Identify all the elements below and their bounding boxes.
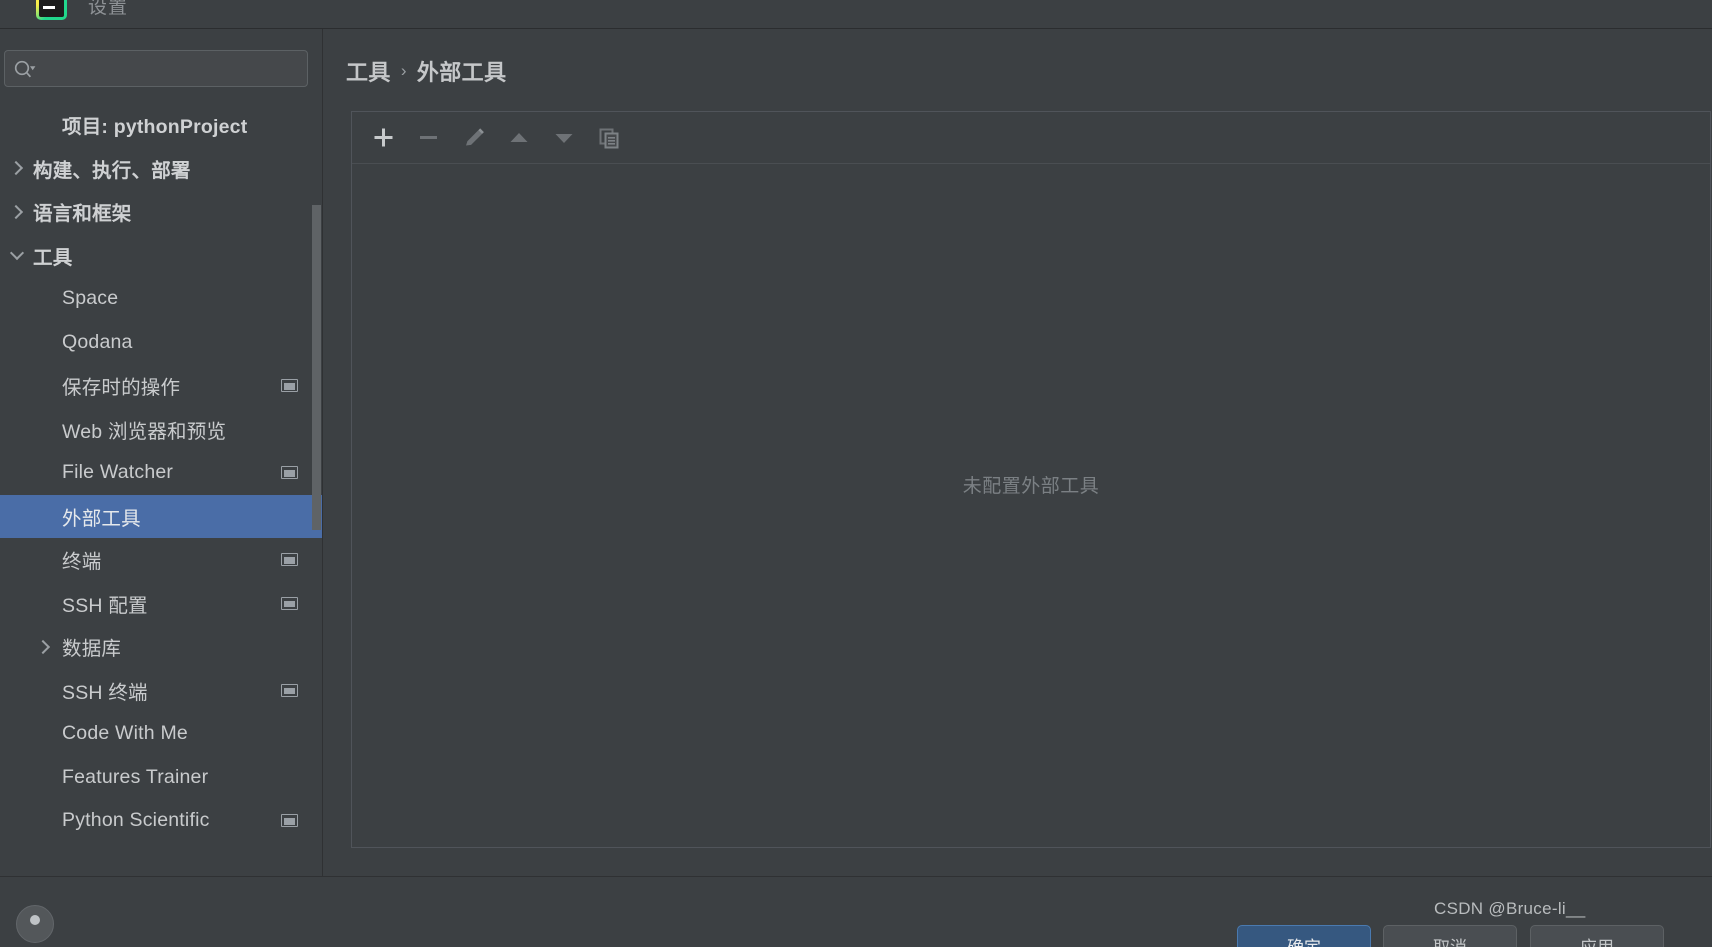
move-up-button[interactable] — [496, 115, 541, 160]
sidebar-item[interactable]: Space — [0, 277, 322, 321]
project-scope-icon — [281, 466, 298, 480]
sidebar-item-label: 保存时的操作 — [62, 377, 181, 400]
sidebar-item-label: 终端 — [62, 551, 102, 574]
external-tools-toolbar — [352, 112, 1710, 164]
watermark: CSDN @Bruce-li__ — [1434, 899, 1586, 918]
sidebar-item-label: Features Trainer — [62, 765, 209, 788]
edit-button[interactable] — [451, 115, 496, 160]
sidebar-item[interactable]: Qodana — [0, 321, 322, 365]
help-icon[interactable] — [16, 905, 54, 943]
move-down-button[interactable] — [541, 115, 586, 160]
sidebar-item-label: Qodana — [62, 330, 133, 353]
sidebar-item[interactable]: 构建、执行、部署 — [0, 147, 322, 191]
pencil-icon — [465, 127, 484, 145]
minus-icon — [420, 136, 437, 139]
sidebar-item[interactable]: 语言和框架 — [0, 190, 322, 234]
arrow-down-icon — [555, 133, 572, 143]
sidebar-item[interactable]: 数据库 — [0, 625, 322, 669]
pycharm-logo-icon: PC — [36, 0, 67, 20]
sidebar-item-label: 数据库 — [62, 638, 122, 661]
sidebar-item[interactable]: 保存时的操作 — [0, 364, 322, 408]
logo-text: PC — [42, 0, 56, 3]
sidebar-item[interactable]: Web 浏览器和预览 — [0, 408, 322, 452]
project-scope-icon — [281, 553, 298, 567]
empty-state-message: 未配置外部工具 — [962, 476, 1100, 497]
sidebar-item-label: 项目: pythonProject — [62, 116, 248, 139]
breadcrumb-separator-icon: › — [400, 61, 407, 80]
search-icon — [14, 60, 36, 78]
copy-icon — [599, 128, 618, 148]
chevron-right-icon[interactable] — [6, 201, 28, 223]
sidebar-item[interactable]: 外部工具 — [0, 494, 322, 538]
sidebar-item[interactable]: Code With Me — [0, 712, 322, 756]
settings-sidebar: 项目: pythonProject 构建、执行、部署语言和框架 工具 Space Qod… — [0, 29, 323, 876]
sidebar-scrollbar[interactable] — [312, 205, 321, 530]
ok-button[interactable]: 确定 — [1237, 925, 1371, 947]
chevron-down-icon[interactable] — [6, 244, 28, 266]
breadcrumb-parent[interactable]: 工具 — [346, 55, 391, 87]
sidebar-item-label: Space — [62, 287, 119, 310]
title-bar: PC 设置 — [0, 0, 1712, 29]
sidebar-item[interactable]: Features Trainer — [0, 756, 322, 800]
dialog-footer: 确定 取消 应用 CSDN @Bruce-li__ — [0, 876, 1712, 947]
sidebar-item-label: 构建、执行、部署 — [33, 159, 191, 182]
copy-button[interactable] — [586, 115, 631, 160]
settings-tree: 项目: pythonProject 构建、执行、部署语言和框架 工具 Space Qod… — [0, 103, 322, 876]
sidebar-item[interactable]: Python Scientific — [0, 799, 322, 843]
sidebar-item[interactable]: SSH 终端 — [0, 669, 322, 713]
project-scope-icon — [281, 814, 298, 828]
project-scope-icon — [281, 596, 298, 610]
window-title: 设置 — [88, 0, 129, 18]
external-tools-panel: 未配置外部工具 — [351, 111, 1711, 848]
sidebar-item-label: Web 浏览器和预览 — [62, 420, 227, 443]
breadcrumb-current: 外部工具 — [416, 60, 507, 85]
search-box[interactable] — [4, 50, 308, 88]
sidebar-item-label: SSH 配置 — [62, 594, 148, 617]
sidebar-item-label: File Watcher — [62, 461, 174, 484]
arrow-up-icon — [510, 132, 527, 142]
settings-dialog: PC 设置 项目: pythonProject构建、执行、部署语言和框架工具Sp… — [0, 0, 1712, 947]
add-button[interactable] — [361, 115, 406, 160]
sidebar-item[interactable]: 工具 — [0, 234, 322, 278]
project-scope-icon — [281, 683, 298, 697]
apply-button[interactable]: 应用 — [1530, 925, 1664, 947]
breadcrumb: 工具 › 外部工具 — [346, 55, 506, 87]
chevron-right-icon[interactable] — [6, 157, 28, 179]
sidebar-item[interactable]: File Watcher — [0, 451, 322, 495]
settings-content: 工具 › 外部工具 未配置外部工具 — [324, 29, 1712, 876]
sidebar-item[interactable]: 项目: pythonProject — [0, 103, 322, 147]
sidebar-item-label: Code With Me — [62, 722, 188, 745]
sidebar-item-label: Python Scientific — [62, 809, 210, 832]
external-tools-list: 未配置外部工具 — [352, 164, 1710, 847]
plus-icon — [374, 128, 393, 147]
chevron-down-icon — [30, 66, 36, 71]
sidebar-item-label: SSH 终端 — [62, 681, 148, 704]
chevron-right-icon[interactable] — [33, 636, 55, 658]
search-container — [4, 50, 308, 88]
sidebar-item[interactable]: SSH 配置 — [0, 582, 322, 626]
remove-button[interactable] — [406, 115, 451, 160]
search-input[interactable] — [45, 51, 301, 88]
sidebar-item-label: 外部工具 — [62, 507, 141, 530]
sidebar-item[interactable]: 终端 — [0, 538, 322, 582]
project-scope-icon — [281, 379, 298, 393]
cancel-button[interactable]: 取消 — [1383, 925, 1517, 947]
